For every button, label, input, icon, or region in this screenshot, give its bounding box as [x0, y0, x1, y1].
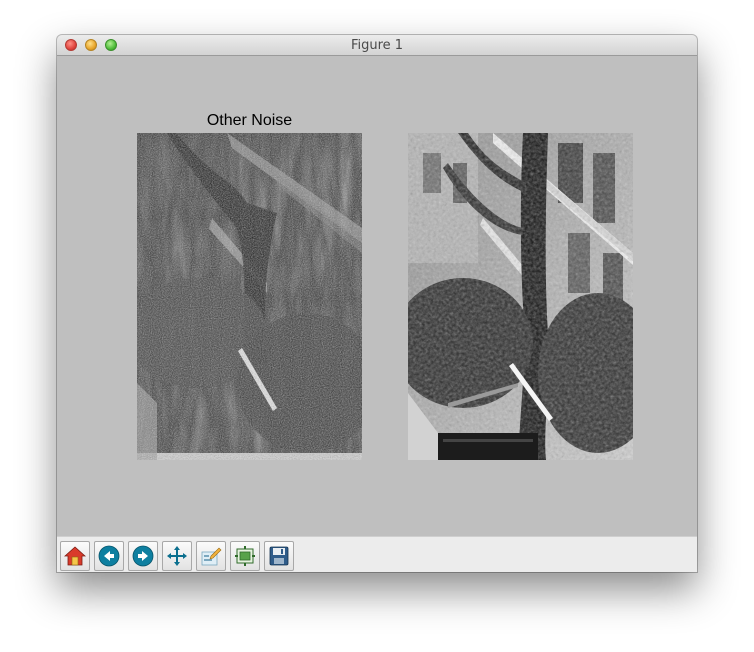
configure-subplots-button[interactable] — [196, 541, 226, 571]
forward-button[interactable] — [128, 541, 158, 571]
navigation-toolbar — [57, 536, 697, 572]
pan-button[interactable] — [162, 541, 192, 571]
save-icon — [269, 546, 289, 566]
pan-icon — [167, 546, 187, 566]
figure-window: Figure 1 Other Noise — [57, 35, 697, 572]
zoom-to-rect-button[interactable] — [230, 541, 260, 571]
forward-icon — [132, 545, 154, 567]
original-image — [408, 133, 633, 460]
title-bar[interactable]: Figure 1 — [57, 35, 697, 56]
home-icon — [64, 546, 86, 566]
back-icon — [98, 545, 120, 567]
noisy-image — [137, 133, 362, 460]
left-axes-title: Other Noise — [206, 112, 293, 129]
back-button[interactable] — [94, 541, 124, 571]
zoom-to-rect-icon — [235, 546, 255, 566]
home-button[interactable] — [60, 541, 90, 571]
save-button[interactable] — [264, 541, 294, 571]
configure-subplots-icon — [201, 547, 222, 566]
window-title: Figure 1 — [350, 38, 404, 53]
figure-canvas[interactable]: Other Noise — [57, 56, 697, 536]
